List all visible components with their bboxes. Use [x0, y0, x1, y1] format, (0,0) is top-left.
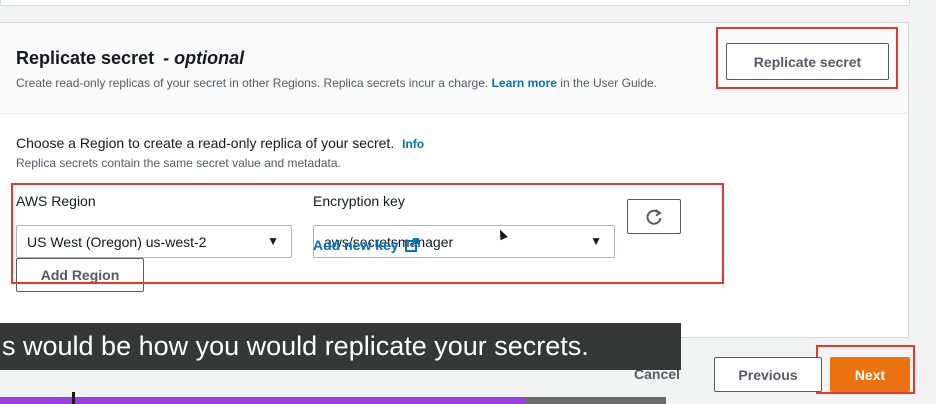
- video-progress-fill: [0, 397, 527, 404]
- section-title: Replicate secret - optional: [16, 48, 244, 69]
- section-title-text: Replicate secret: [16, 48, 155, 68]
- section-description: Create read-only replicas of your secret…: [16, 76, 657, 90]
- learn-more-link[interactable]: Learn more: [492, 76, 557, 90]
- video-caption: s would be how you would replicate your …: [0, 323, 681, 370]
- highlight-region-fields: [11, 183, 724, 284]
- info-link[interactable]: Info: [402, 137, 424, 151]
- choose-region-label: Choose a Region to create a read-only re…: [16, 135, 424, 151]
- previous-panel-edge: [0, 0, 910, 6]
- description-text: Create read-only replicas of your secret…: [16, 76, 489, 90]
- video-progress-handle[interactable]: [72, 392, 75, 404]
- previous-button[interactable]: Previous: [714, 357, 822, 392]
- next-button[interactable]: Next: [830, 357, 910, 392]
- choose-region-text: Choose a Region to create a read-only re…: [16, 135, 395, 151]
- highlight-replicate-button: [716, 27, 898, 89]
- choose-region-description: Replica secrets contain the same secret …: [16, 156, 341, 170]
- section-title-optional: - optional: [163, 48, 245, 68]
- description-suffix: in the User Guide.: [560, 76, 657, 90]
